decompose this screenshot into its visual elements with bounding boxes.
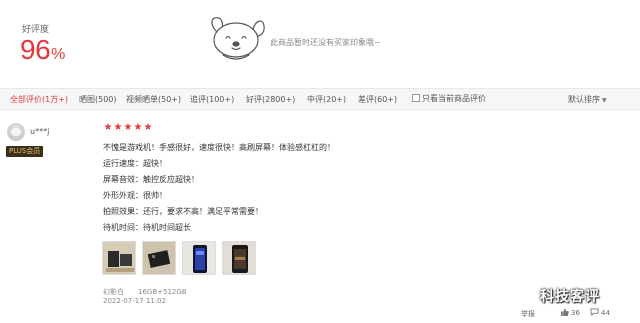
sort-label: 默认排序 bbox=[568, 95, 600, 104]
positive-rate-value: 96% bbox=[20, 34, 65, 66]
thumbs-up-icon bbox=[560, 308, 569, 316]
review-line-appearance: 外形外观：很帅！ bbox=[103, 191, 167, 200]
plus-member-badge: PLUS会员 bbox=[6, 146, 44, 157]
filter-all[interactable]: 全部评价(1万+) bbox=[10, 94, 68, 105]
chevron-down-icon: ▼ bbox=[602, 97, 607, 104]
photo-image bbox=[183, 242, 215, 274]
checkbox-box[interactable] bbox=[412, 94, 420, 102]
reply-count: 44 bbox=[601, 309, 610, 317]
variant-info: 幻影白 16GB+512GB bbox=[103, 287, 187, 297]
filter-bar: 全部评价(1万+) 晒图(500) 视频晒单(50+) 追评(100+) 好评(… bbox=[0, 88, 640, 110]
review-text: 不愧是游戏机！手感很好，速度很快！高刷屏幕！体验感杠杠的！ bbox=[103, 143, 335, 152]
like-count: 36 bbox=[571, 309, 580, 317]
jd-mascot-icon bbox=[211, 17, 265, 60]
photo-image bbox=[143, 242, 175, 274]
star-icon: ★ bbox=[103, 122, 113, 133]
filter-neutral[interactable]: 中评(20+) bbox=[307, 94, 346, 105]
watermark: 科技客评 bbox=[540, 289, 600, 305]
photo-image bbox=[223, 242, 255, 274]
star-rating: ★★★★★ bbox=[103, 122, 153, 133]
star-icon: ★ bbox=[123, 122, 133, 133]
report-link[interactable]: 举报 bbox=[521, 309, 535, 319]
positive-rate-number: 96 bbox=[20, 34, 51, 65]
review-line-screen: 屏幕音效：触控反应超快！ bbox=[103, 175, 199, 184]
like-button[interactable]: 36 bbox=[560, 308, 580, 317]
review-photo-thumbnail[interactable] bbox=[182, 241, 216, 275]
filter-photos[interactable]: 晒图(500) bbox=[79, 94, 117, 105]
filter-video[interactable]: 视频晒单(50+) bbox=[126, 94, 181, 105]
review-photo-thumbnail[interactable] bbox=[142, 241, 176, 275]
filter-negative[interactable]: 差评(60+) bbox=[358, 94, 397, 105]
review-line-battery: 待机时间：待机时间超长 bbox=[103, 223, 191, 232]
positive-rate-unit: % bbox=[51, 46, 65, 63]
sort-dropdown[interactable]: 默认排序 ▼ bbox=[568, 94, 607, 105]
filter-follow-up[interactable]: 追评(100+) bbox=[190, 94, 234, 105]
variant-spec: 16GB+512GB bbox=[138, 288, 187, 296]
review-date: 2022-07-17 11:02 bbox=[103, 297, 167, 305]
comment-icon bbox=[590, 308, 599, 316]
avatar-face bbox=[11, 128, 21, 136]
review-photo-thumbnail[interactable] bbox=[222, 241, 256, 275]
username: u***j bbox=[30, 127, 50, 136]
current-product-only-checkbox[interactable]: 只看当前商品评价 bbox=[412, 93, 486, 104]
current-product-only-label: 只看当前商品评价 bbox=[422, 94, 486, 103]
rating-summary: 好评度 96% 此商品暂时还没有买家印象哦~ bbox=[0, 0, 640, 84]
star-icon: ★ bbox=[143, 122, 153, 133]
review-line-speed: 运行速度：超快！ bbox=[103, 159, 167, 168]
avatar[interactable] bbox=[7, 123, 25, 141]
reply-button[interactable]: 44 bbox=[590, 308, 610, 317]
no-impression-text: 此商品暂时还没有买家印象哦~ bbox=[270, 38, 381, 47]
variant-color: 幻影白 bbox=[103, 288, 124, 296]
star-icon: ★ bbox=[133, 122, 143, 133]
review-photo-thumbnail[interactable] bbox=[102, 241, 136, 275]
review-line-camera: 拍照效果：还行，要求不高！满足平常需要！ bbox=[103, 207, 263, 216]
filter-positive[interactable]: 好评(2800+) bbox=[246, 94, 295, 105]
photo-image bbox=[103, 242, 135, 274]
star-icon: ★ bbox=[113, 122, 123, 133]
